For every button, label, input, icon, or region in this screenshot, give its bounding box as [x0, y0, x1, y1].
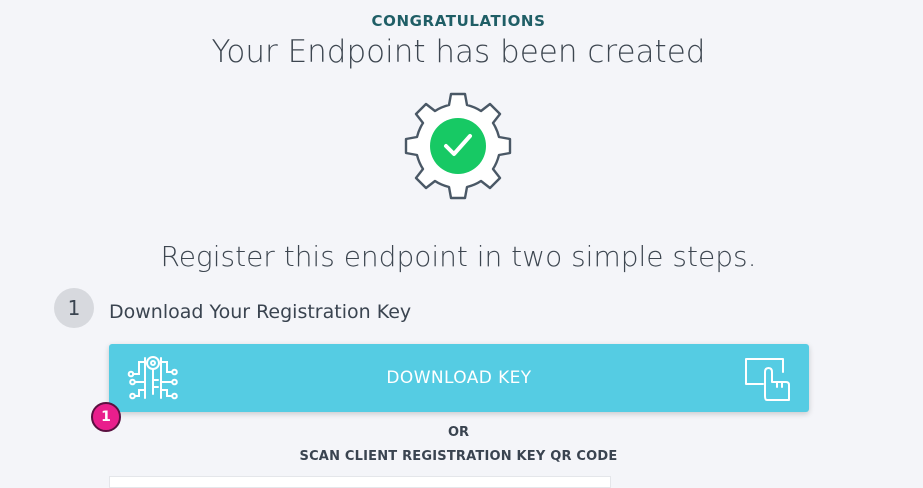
download-key-label: DOWNLOAD KEY	[386, 368, 532, 388]
step-number: 1	[54, 288, 94, 328]
step-label: Download Your Registration Key	[109, 301, 412, 323]
page-title: Your Endpoint has been created	[211, 34, 706, 70]
register-heading: Register this endpoint in two simple ste…	[160, 240, 757, 273]
success-circle	[430, 118, 486, 174]
or-divider: OR	[447, 425, 470, 440]
download-key-button[interactable]: DOWNLOAD KEY	[109, 344, 809, 412]
qr-code-panel	[109, 476, 611, 488]
success-gear-icon	[404, 92, 512, 200]
congratulations-label: CONGRATULATIONS	[371, 12, 546, 30]
scan-qr-label: SCAN CLIENT REGISTRATION KEY QR CODE	[299, 449, 618, 464]
click-hand-icon	[745, 358, 790, 401]
